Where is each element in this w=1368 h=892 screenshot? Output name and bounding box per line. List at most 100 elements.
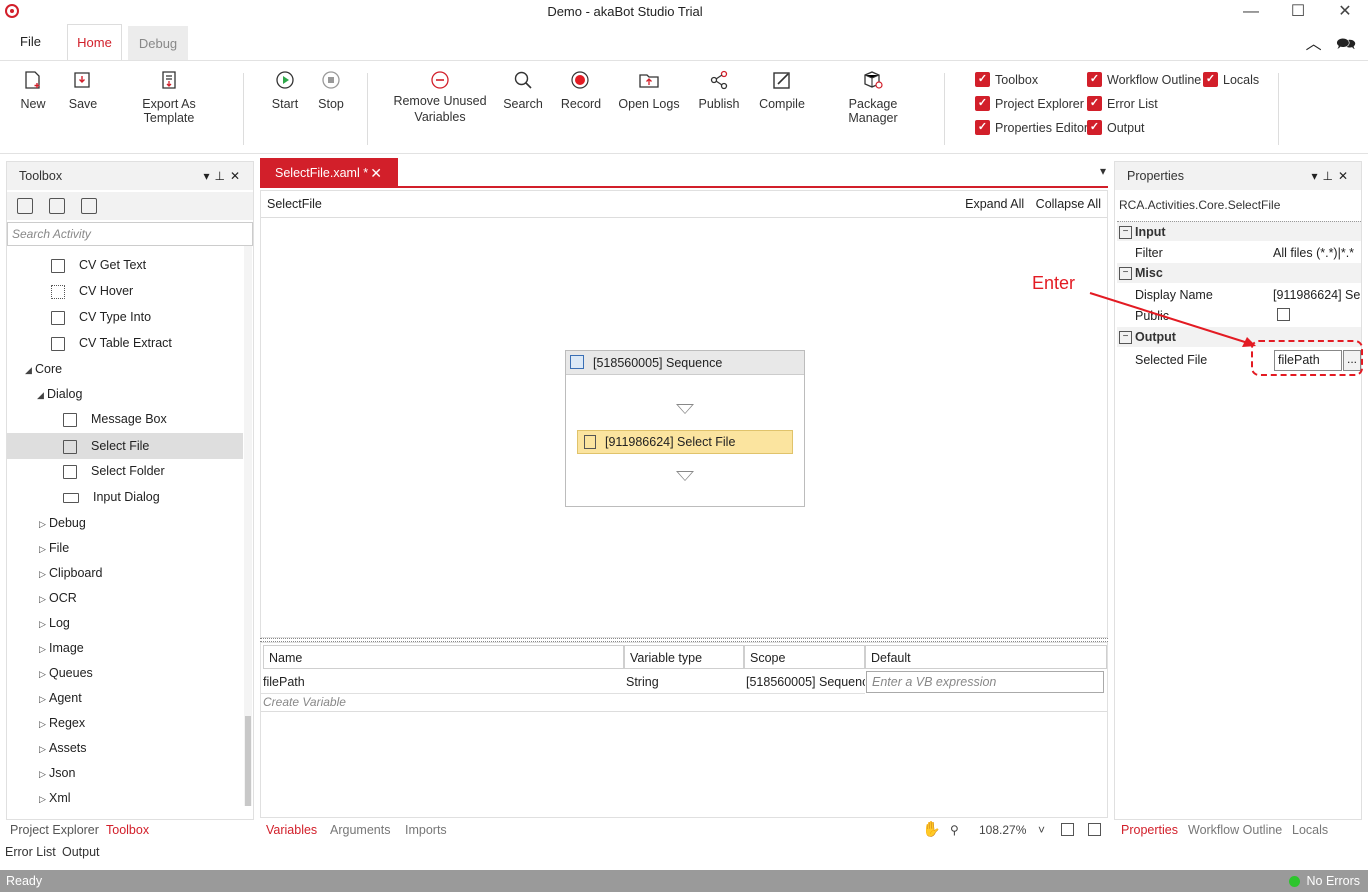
tree-node-xml[interactable]: ▷ Xml [39,787,71,809]
panel-controls[interactable]: ▾⊥✕ [1311,162,1353,190]
tree-node-regex[interactable]: ▷ Regex [39,712,85,734]
tree-item-message-box[interactable]: Message Box [63,408,167,430]
export-as-template-button[interactable]: Export As Template [116,69,222,125]
filter-value[interactable]: All files (*.*)|*.* [1273,242,1361,264]
tree-node-file[interactable]: ▷ File [39,537,69,559]
search-button[interactable]: Search [503,69,543,111]
tab-properties[interactable]: Properties [1121,823,1178,837]
drop-target-arrow-icon[interactable] [676,471,694,481]
tab-arguments[interactable]: Arguments [330,823,390,837]
create-variable-row[interactable]: Create Variable [263,695,346,709]
tab-list-dropdown-icon[interactable]: ▾ [1100,164,1106,178]
doc-tab-selectfile[interactable]: SelectFile.xaml * ✕ [260,158,398,188]
remove-unused-variables-button[interactable]: Remove Unused Variables [390,69,490,125]
maximize-button[interactable]: ☐ [1275,0,1321,24]
tree-node-label: Json [49,766,76,780]
collapse-ribbon-icon[interactable]: ︿ [1306,36,1322,53]
properties-editor-checkbox[interactable]: Properties Editor [975,119,1088,137]
tree-item-cv-hover[interactable]: CV Hover [51,280,133,302]
tree-item-select-file[interactable]: Select File [7,433,243,459]
scrollbar-thumb[interactable] [245,716,251,806]
stop-button[interactable]: Stop [316,69,346,111]
output-checkbox[interactable]: Output [1087,119,1145,137]
column-header-scope[interactable]: Scope [744,645,865,669]
breadcrumb[interactable]: SelectFile [267,197,322,211]
tree-item-input-dialog[interactable]: Input Dialog [63,486,160,508]
select-file-activity[interactable]: [911986624] Select File [577,430,793,454]
tree-node-image[interactable]: ▷ Image [39,637,84,659]
close-button[interactable]: ✕ [1322,0,1368,24]
tree-node-core[interactable]: ◢ Core [25,358,62,380]
close-tab-icon[interactable]: ✕ [370,158,382,188]
tree-node-log[interactable]: ▷ Log [39,612,70,634]
tree-item-cv-get-text[interactable]: CV Get Text [51,254,146,276]
expand-all-link[interactable]: Expand All [965,197,1024,211]
package-manager-button[interactable]: Package Manager [823,69,923,125]
tree-node-queues[interactable]: ▷ Queues [39,662,93,684]
column-header-default[interactable]: Default [865,645,1107,669]
tree-item-cv-table-extract[interactable]: CV Table Extract [51,332,172,354]
project-explorer-checkbox[interactable]: Project Explorer [975,95,1084,113]
error-list-checkbox[interactable]: Error List [1087,95,1158,113]
sequence-container[interactable]: [518560005] Sequence [911986624] Select … [565,350,805,507]
open-logs-button[interactable]: Open Logs [618,69,680,111]
minimize-button[interactable]: — [1228,0,1274,24]
publish-button[interactable]: Publish [697,69,741,111]
tree-node-dialog[interactable]: ◢ Dialog [37,383,82,405]
column-header-name[interactable]: Name [263,645,624,669]
feedback-icon[interactable]: 🗪 [1336,36,1356,53]
tree-node-ocr[interactable]: ▷ OCR [39,587,77,609]
new-button[interactable]: New [18,69,48,111]
toolbox-checkbox[interactable]: Toolbox [975,71,1038,89]
variable-scope-cell[interactable]: [518560005] Sequence [744,670,865,694]
expand-all-icon[interactable] [17,198,33,214]
display-name-value[interactable]: [911986624] Select File [1273,284,1361,306]
zoom-dropdown-icon[interactable]: ˅ [1038,823,1045,837]
tree-node-agent[interactable]: ▷ Agent [39,687,82,709]
column-header-variable-type[interactable]: Variable type [624,645,744,669]
tree-node-assets[interactable]: ▷ Assets [39,737,87,759]
variable-type-cell[interactable]: String [624,670,744,694]
panel-controls[interactable]: ▾⊥✕ [203,162,245,190]
tree-item-select-folder[interactable]: Select Folder [63,460,165,482]
tree-node-json[interactable]: ▷ Json [39,762,75,784]
tab-toolbox[interactable]: Toolbox [106,823,149,837]
toolbox-scrollbar[interactable] [244,246,252,806]
sequence-header[interactable]: [518560005] Sequence [566,351,804,375]
drop-target-arrow-icon[interactable] [676,404,694,414]
search-activity-input[interactable]: Search Activity [7,222,253,246]
zoom-icon[interactable]: ⚲ [950,823,959,837]
tab-error-list[interactable]: Error List [5,845,56,859]
tab-output[interactable]: Output [62,845,100,859]
tree-node-debug[interactable]: ▷ Debug [39,512,86,534]
collapse-all-icon[interactable] [49,198,65,214]
category-misc[interactable]: Misc [1117,263,1361,283]
category-input[interactable]: Input [1117,221,1361,241]
compile-button[interactable]: Compile [758,69,806,111]
tab-locals[interactable]: Locals [1292,823,1328,837]
variable-default-input[interactable]: Enter a VB expression [866,671,1104,693]
tree-item-cv-type-into[interactable]: CV Type Into [51,306,151,328]
tree-node-clipboard[interactable]: ▷ Clipboard [39,562,103,584]
variable-name-cell[interactable]: filePath [261,670,624,694]
tab-imports[interactable]: Imports [405,823,447,837]
tab-file[interactable]: File [8,24,53,60]
list-view-icon[interactable] [81,198,97,214]
tab-debug[interactable]: Debug [128,26,188,60]
overview-map-icon[interactable] [1088,823,1101,836]
zoom-level[interactable]: 108.27% [979,823,1026,837]
workflow-outline-checkbox[interactable]: Workflow Outline [1087,71,1201,89]
tab-workflow-outline[interactable]: Workflow Outline [1188,823,1282,837]
locals-checkbox[interactable]: Locals [1203,71,1259,89]
start-button[interactable]: Start [270,69,300,111]
save-button[interactable]: Save [68,69,98,111]
pan-hand-icon[interactable]: ✋ [922,820,941,838]
tab-home[interactable]: Home [67,24,122,60]
public-checkbox[interactable] [1277,308,1290,321]
tab-project-explorer[interactable]: Project Explorer [10,823,99,837]
workflow-designer[interactable]: SelectFile Expand All Collapse All [5185… [260,190,1108,638]
tab-variables[interactable]: Variables [266,823,317,837]
collapse-all-link[interactable]: Collapse All [1036,197,1101,211]
record-button[interactable]: Record [560,69,602,111]
fit-to-screen-icon[interactable] [1061,823,1074,836]
